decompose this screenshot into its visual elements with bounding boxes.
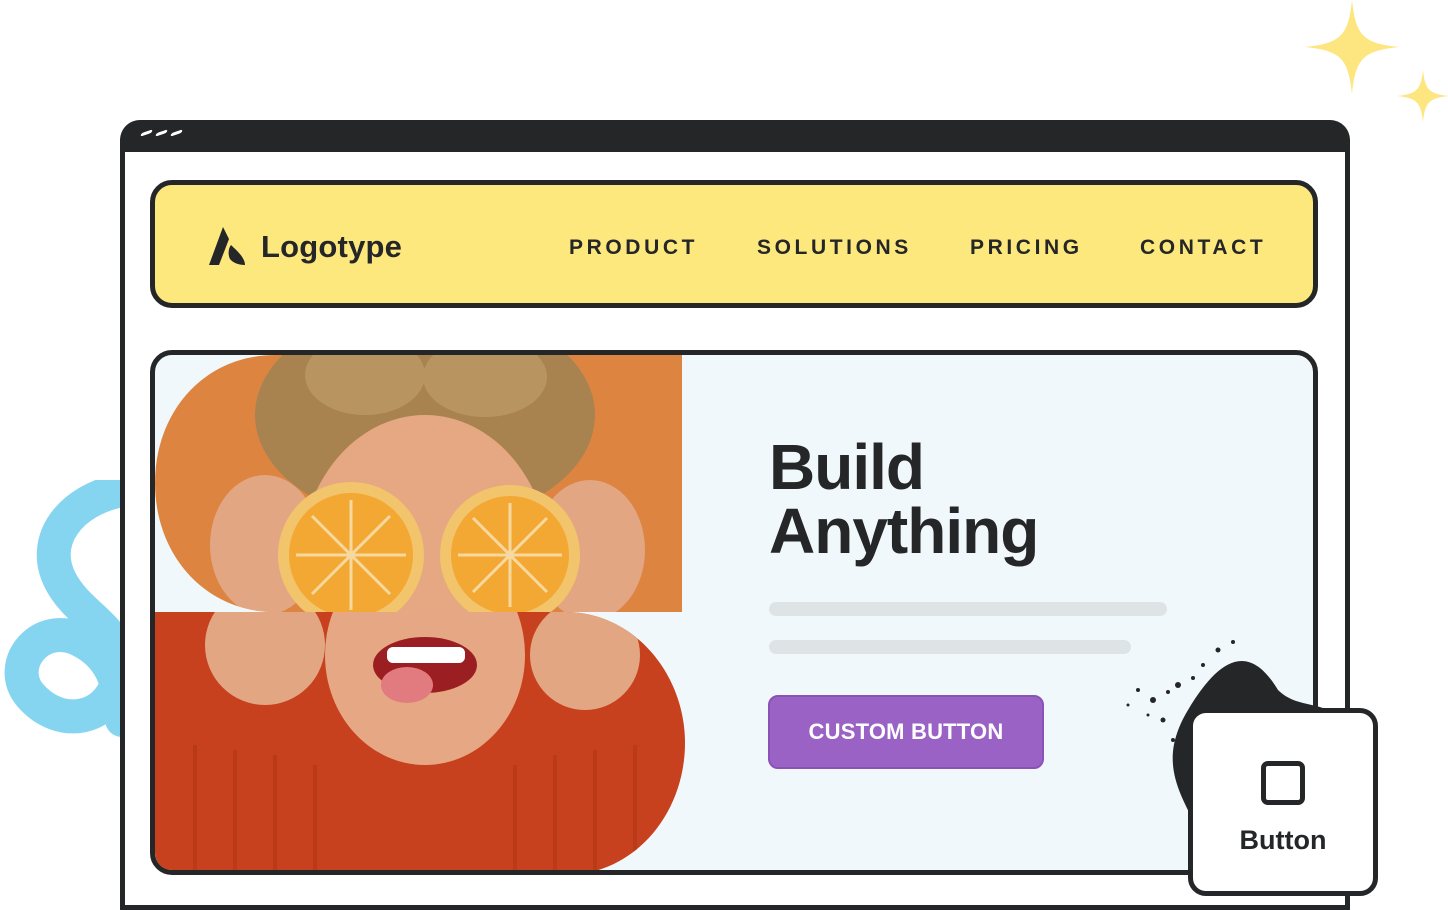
- nav-item-pricing[interactable]: PRICING: [970, 236, 1083, 260]
- hero-headline: Build Anything: [769, 431, 1039, 567]
- headline-line-1: Build: [769, 431, 925, 503]
- window-dots-icon: [140, 129, 183, 137]
- nav-item-solutions[interactable]: SOLUTIONS: [757, 236, 912, 260]
- text-placeholder-line-2: [769, 640, 1131, 654]
- top-navbar: Logotype PRODUCT SOLUTIONS PRICING CONTA…: [150, 180, 1318, 308]
- nav-item-product[interactable]: PRODUCT: [569, 236, 698, 260]
- square-icon: [1261, 761, 1305, 805]
- button-widget[interactable]: Button: [1188, 708, 1378, 896]
- headline-line-2: Anything: [769, 495, 1039, 567]
- sparkle-large-icon: [1305, 0, 1399, 94]
- logo-text[interactable]: Logotype: [261, 229, 402, 265]
- custom-button[interactable]: CUSTOM BUTTON: [768, 695, 1044, 769]
- hero-photo: [155, 355, 685, 870]
- text-placeholder-line-1: [769, 602, 1167, 616]
- sparkle-small-icon: [1397, 70, 1448, 122]
- logo-mark-icon[interactable]: [205, 225, 247, 267]
- nav-item-contact[interactable]: CONTACT: [1140, 236, 1266, 260]
- browser-title-bar: [120, 120, 1350, 152]
- squiggle-decoration-icon: [4, 480, 139, 737]
- widget-label: Button: [1239, 825, 1327, 855]
